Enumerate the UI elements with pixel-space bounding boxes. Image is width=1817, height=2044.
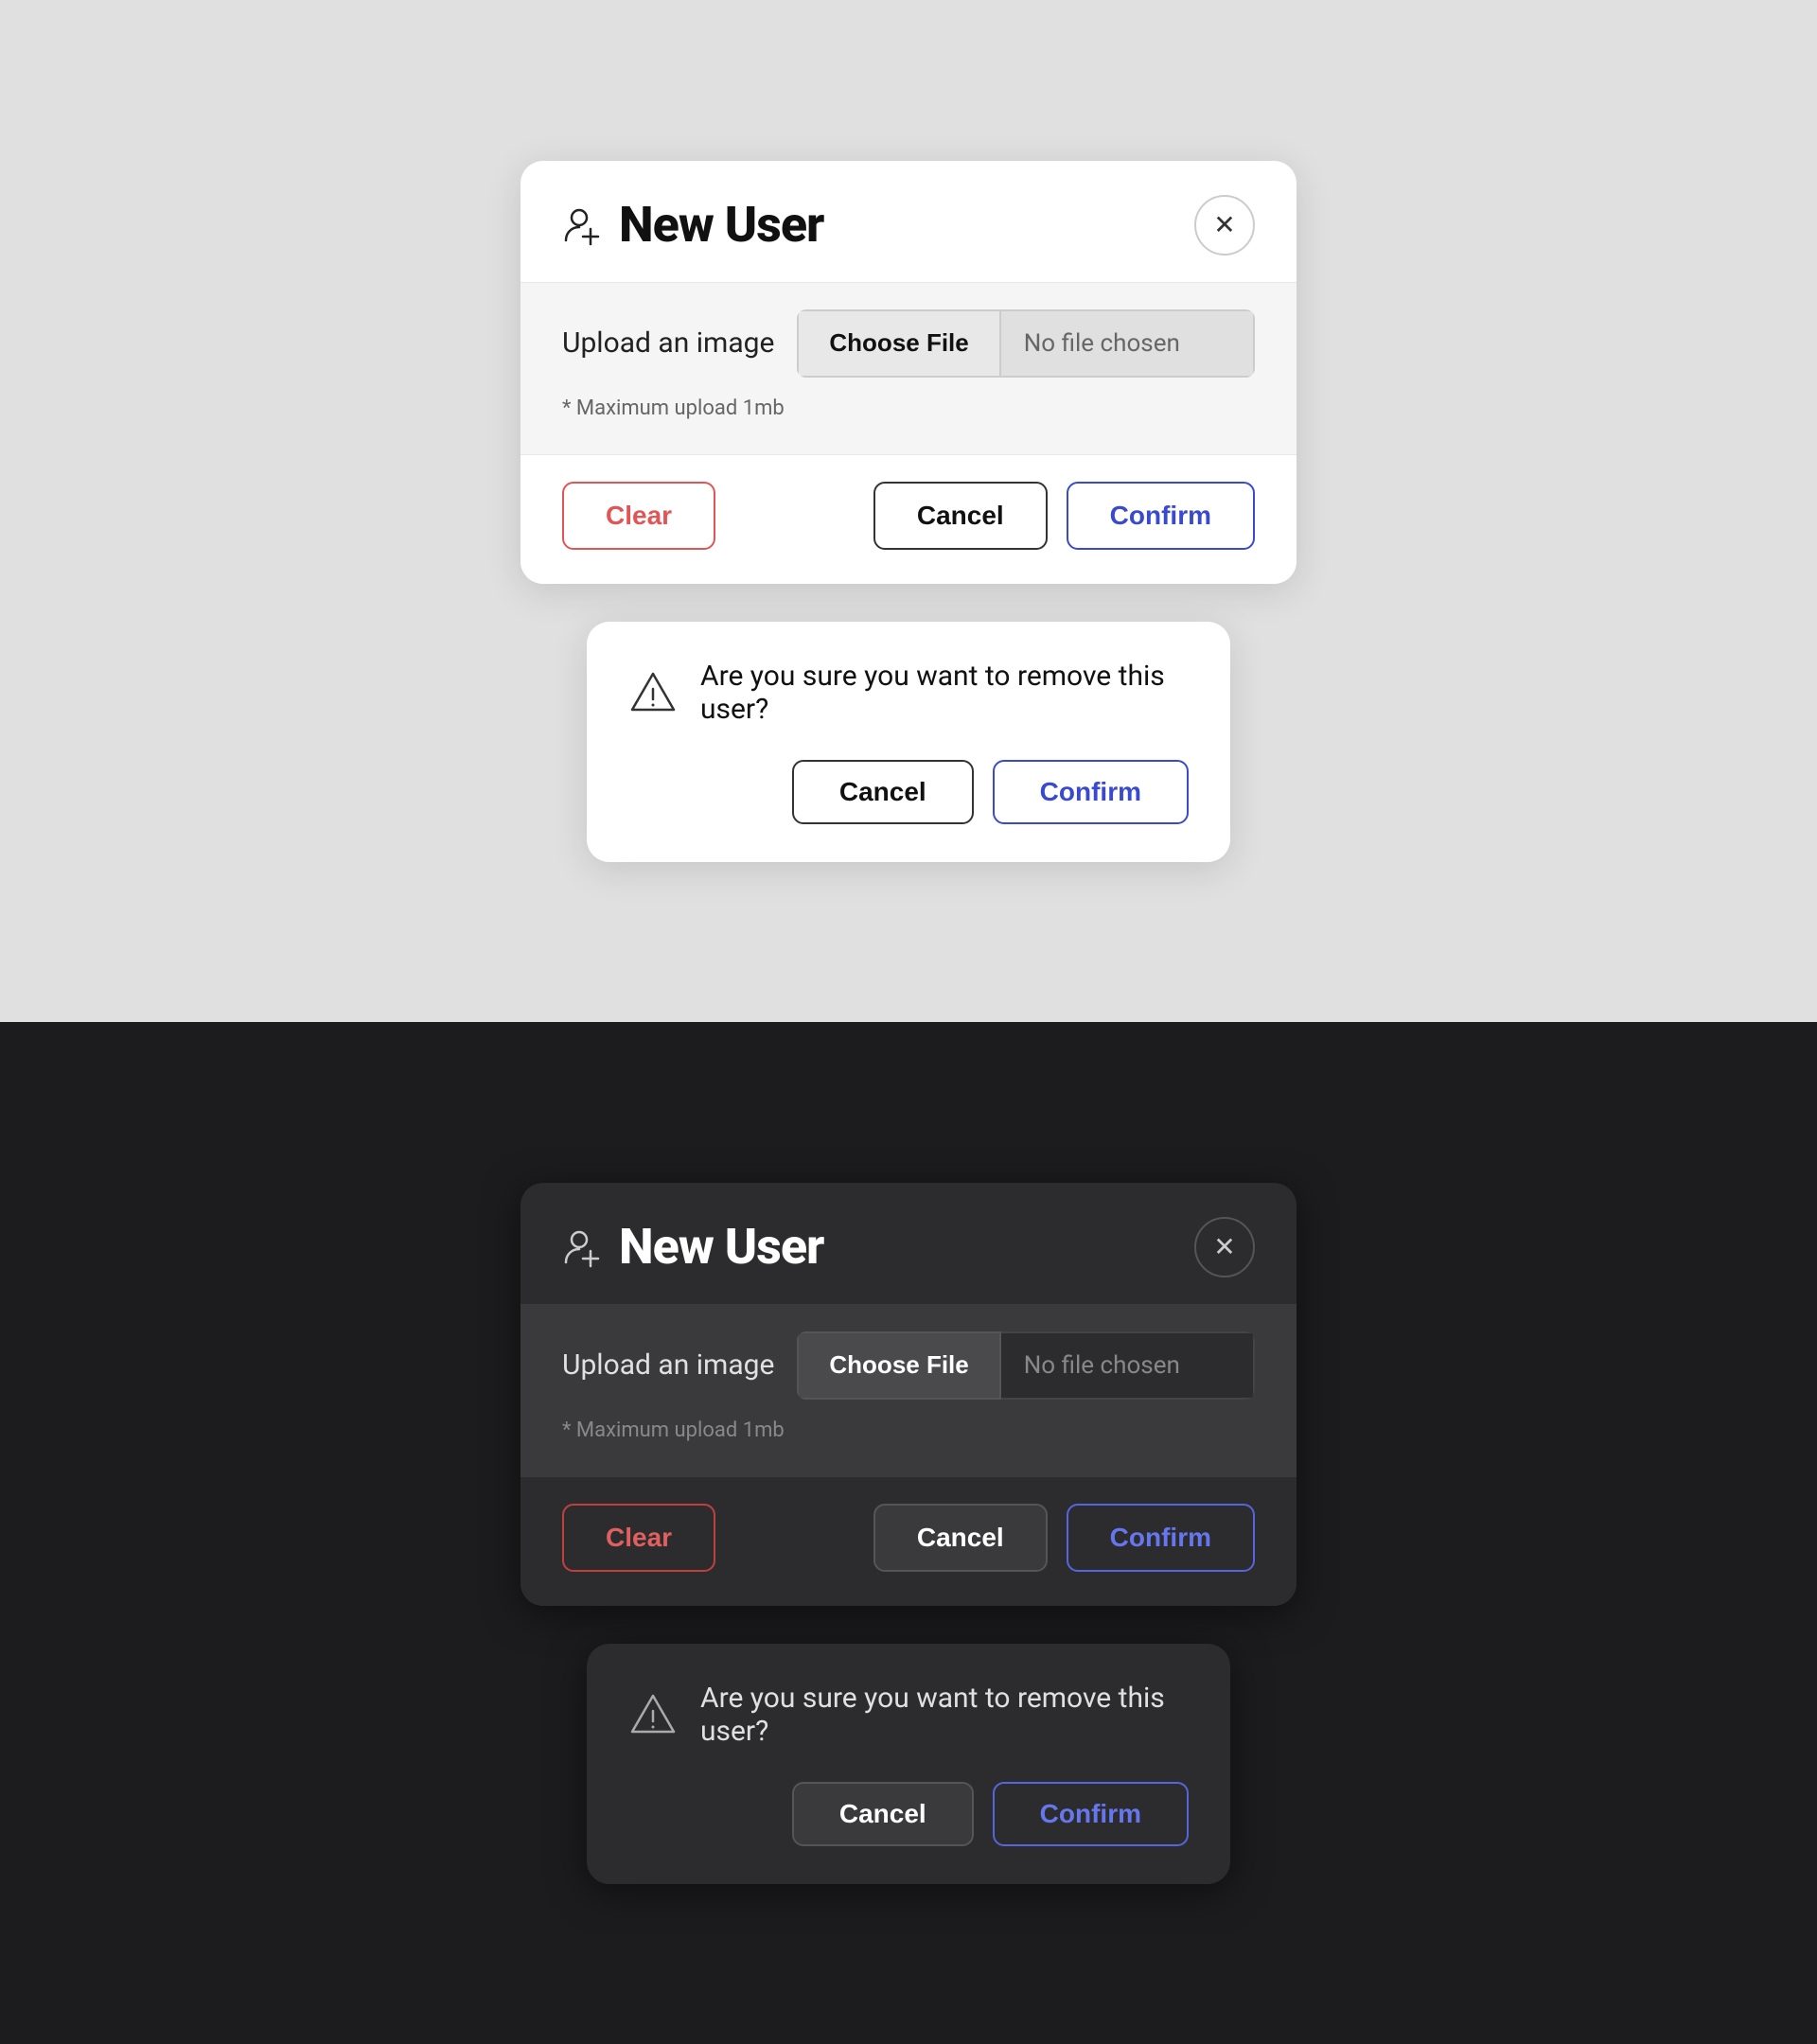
- no-file-text-light: No file chosen: [1001, 309, 1255, 378]
- modal-footer-dark: Clear Cancel Confirm: [520, 1476, 1297, 1606]
- choose-file-button-dark[interactable]: Choose File: [797, 1331, 1000, 1400]
- confirm-dialog-light: Are you sure you want to remove this use…: [587, 622, 1230, 862]
- close-button-dark[interactable]: ✕: [1194, 1217, 1255, 1278]
- modal-header-light: New User ✕: [520, 161, 1297, 282]
- modal-title-dark: New User: [619, 1218, 823, 1276]
- upload-label-light: Upload an image: [562, 326, 774, 360]
- clear-button-dark[interactable]: Clear: [562, 1504, 715, 1572]
- modal-header-left: New User: [562, 196, 823, 254]
- modal-header-dark: New User ✕: [520, 1183, 1297, 1304]
- confirm-button-light[interactable]: Confirm: [1067, 482, 1255, 550]
- upload-row-dark: Upload an image Choose File No file chos…: [562, 1331, 1255, 1400]
- cancel-button-dark[interactable]: Cancel: [873, 1504, 1048, 1572]
- confirm-message-row-light: Are you sure you want to remove this use…: [628, 660, 1189, 726]
- modal-header-left-dark: New User: [562, 1218, 823, 1276]
- dialog-cancel-button-light[interactable]: Cancel: [792, 760, 974, 824]
- dark-theme-section: New User ✕ Upload an image Choose File N…: [0, 1022, 1817, 2044]
- user-add-icon-dark: [562, 1226, 604, 1268]
- confirm-button-dark[interactable]: Confirm: [1067, 1504, 1255, 1572]
- modal-title-light: New User: [619, 196, 823, 254]
- dialog-confirm-button-dark[interactable]: Confirm: [993, 1782, 1189, 1846]
- modal-body-light: Upload an image Choose File No file chos…: [520, 282, 1297, 454]
- file-input-wrapper-dark: Choose File No file chosen: [797, 1331, 1255, 1400]
- max-upload-note-light: * Maximum upload 1mb: [562, 396, 1255, 420]
- warning-icon-dark: [628, 1690, 678, 1739]
- no-file-text-dark: No file chosen: [1001, 1331, 1255, 1400]
- new-user-modal-dark: New User ✕ Upload an image Choose File N…: [520, 1183, 1297, 1606]
- warning-icon-light: [628, 668, 678, 717]
- confirm-message-text-light: Are you sure you want to remove this use…: [700, 660, 1189, 726]
- footer-right-light: Cancel Confirm: [873, 482, 1255, 550]
- modal-footer-light: Clear Cancel Confirm: [520, 454, 1297, 584]
- confirm-message-row-dark: Are you sure you want to remove this use…: [628, 1682, 1189, 1748]
- user-add-icon: [562, 204, 604, 246]
- dialog-confirm-button-light[interactable]: Confirm: [993, 760, 1189, 824]
- clear-button-light[interactable]: Clear: [562, 482, 715, 550]
- footer-right-dark: Cancel Confirm: [873, 1504, 1255, 1572]
- upload-label-dark: Upload an image: [562, 1348, 774, 1382]
- file-input-wrapper-light: Choose File No file chosen: [797, 309, 1255, 378]
- choose-file-button-light[interactable]: Choose File: [797, 309, 1000, 378]
- close-button-light[interactable]: ✕: [1194, 195, 1255, 256]
- dialog-cancel-button-dark[interactable]: Cancel: [792, 1782, 974, 1846]
- cancel-button-light[interactable]: Cancel: [873, 482, 1048, 550]
- confirm-dialog-dark: Are you sure you want to remove this use…: [587, 1644, 1230, 1884]
- confirm-footer-dark: Cancel Confirm: [628, 1782, 1189, 1846]
- new-user-modal-light: New User ✕ Upload an image Choose File N…: [520, 161, 1297, 584]
- confirm-footer-light: Cancel Confirm: [628, 760, 1189, 824]
- max-upload-note-dark: * Maximum upload 1mb: [562, 1418, 1255, 1442]
- modal-body-dark: Upload an image Choose File No file chos…: [520, 1304, 1297, 1476]
- light-theme-section: New User ✕ Upload an image Choose File N…: [0, 0, 1817, 1022]
- upload-row-light: Upload an image Choose File No file chos…: [562, 309, 1255, 378]
- confirm-message-text-dark: Are you sure you want to remove this use…: [700, 1682, 1189, 1748]
